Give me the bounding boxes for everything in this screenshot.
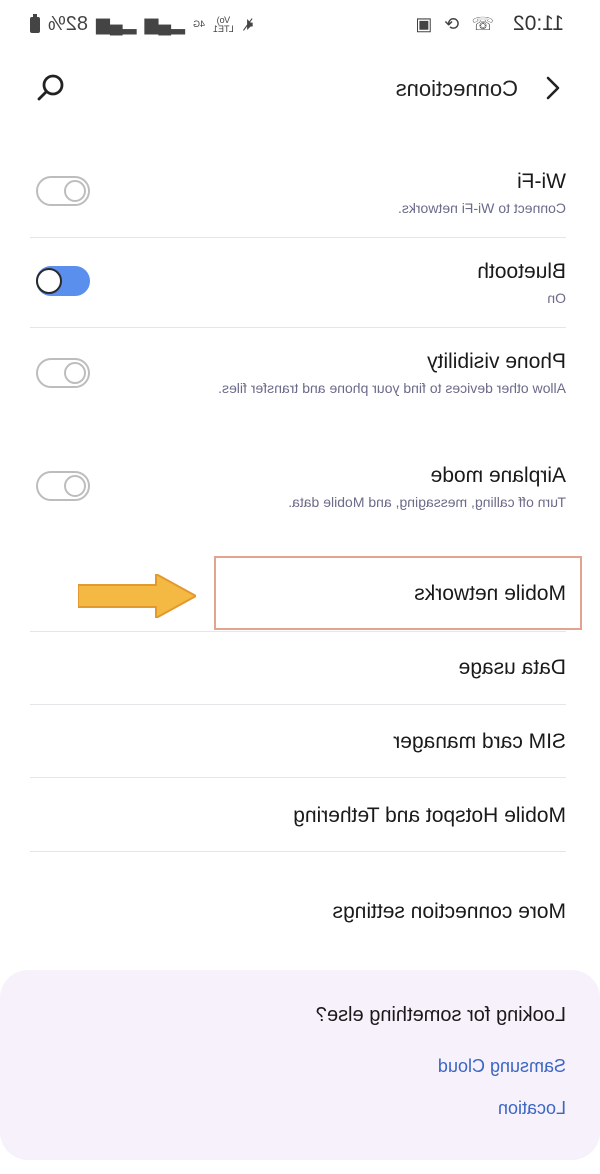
hotspot-row[interactable]: Mobile Hotspot and Tethering [30,800,566,840]
battery-icon [30,16,40,33]
location-link[interactable]: Location [498,1098,566,1119]
bluetooth-subtitle: On [547,290,566,306]
status-bar: 11:02 ☏ ⟳ ▣ 🔇︎ Vo) LTE1 4G ▂▄▆ ▂▄▆ 82% [0,0,600,46]
wifi-row[interactable]: Wi-Fi Connect to Wi-Fi networks. [30,166,566,236]
status-time: 11:02 [513,12,564,35]
image-icon: ▣ [415,14,433,34]
phone-visibility-toggle[interactable] [36,358,90,388]
data-usage-label: Data usage [458,656,566,679]
wifi-title: Wi-Fi [517,170,566,193]
wifi-toggle[interactable] [36,176,90,206]
sim-card-manager-label: SIM card manager [393,730,566,753]
suggestions-card: Looking for something else? Samsung Clou… [0,970,600,1160]
wifi-subtitle: Connect to Wi-Fi networks. [397,200,566,216]
pointer-arrow-icon [78,574,196,618]
signal-icon-2: ▂▄▆ [96,14,137,34]
airplane-mode-subtitle: Turn off calling, messaging, and Mobile … [288,494,566,510]
suggestions-title: Looking for something else? [315,1004,566,1026]
sync-icon: ⟳ [444,14,460,34]
mute-icon: 🔇︎ [241,14,254,34]
page-title: Connections [395,76,518,101]
search-icon[interactable] [36,72,66,102]
battery-percent: 82% [48,13,89,35]
data-usage-row[interactable]: Data usage [30,652,566,692]
status-system-icons: 🔇︎ Vo) LTE1 4G ▂▄▆ ▂▄▆ 82% [30,13,253,36]
app-header: Connections [0,60,600,116]
mirrored-screen: 11:02 ☏ ⟳ ▣ 🔇︎ Vo) LTE1 4G ▂▄▆ ▂▄▆ 82% Co… [0,0,600,1174]
more-connection-settings-row[interactable]: More connection settings [30,896,566,936]
airplane-mode-title: Airplane mode [430,464,566,487]
airplane-mode-row[interactable]: Airplane mode Turn off calling, messagin… [30,460,566,530]
wifi-call-icon: ☏ [471,14,494,34]
back-icon[interactable] [538,74,566,102]
hotspot-label: Mobile Hotspot and Tethering [293,804,566,827]
phone-visibility-subtitle: Allow other devices to find your phone a… [218,380,566,396]
more-connection-settings-label: More connection settings [332,900,566,923]
airplane-mode-toggle[interactable] [36,471,90,501]
network-type: 4G [192,19,205,29]
sim-card-manager-row[interactable]: SIM card manager [30,726,566,766]
bluetooth-row[interactable]: Bluetooth On [30,256,566,326]
status-notification-icons: ☏ ⟳ ▣ [415,14,494,35]
highlight-box [214,556,582,630]
bluetooth-title: Bluetooth [477,260,566,283]
bluetooth-toggle[interactable] [36,266,90,296]
volte-badge: Vo) LTE1 [212,14,234,34]
phone-visibility-title: Phone visibility [427,350,566,373]
phone-visibility-row[interactable]: Phone visibility Allow other devices to … [30,346,566,416]
samsung-cloud-link[interactable]: Samsung Cloud [438,1056,566,1077]
signal-icon-1: ▂▄▆ [144,14,185,34]
